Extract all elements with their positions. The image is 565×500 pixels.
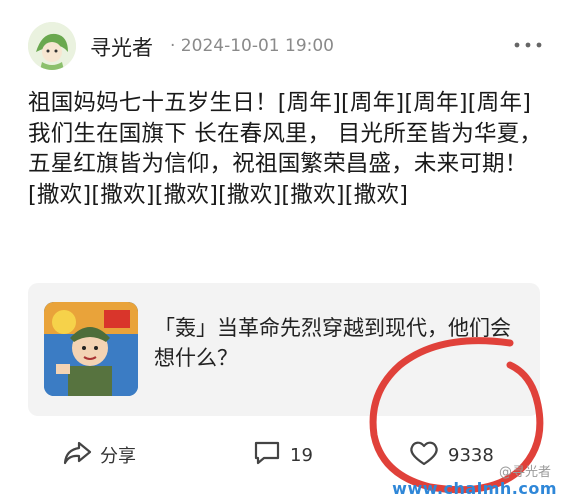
share-icon bbox=[62, 440, 92, 470]
post-header: 寻光者 · 2024-10-01 19:00 bbox=[28, 22, 545, 72]
card-title: 「轰」当革命先烈穿越到现代，他们会想什么？ bbox=[154, 316, 511, 370]
share-button[interactable]: 分享 bbox=[62, 430, 136, 480]
like-count: 9338 bbox=[448, 444, 494, 466]
linked-video-card[interactable]: 「轰」当革命先烈穿越到现代，他们会想什么？ bbox=[28, 283, 540, 416]
watermark-handle: @寻光者 bbox=[498, 465, 551, 480]
action-bar: 分享 19 9338 bbox=[0, 430, 565, 480]
more-icon[interactable] bbox=[511, 36, 545, 54]
post-timestamp: · 2024-10-01 19:00 bbox=[170, 36, 334, 56]
comment-count: 19 bbox=[290, 444, 313, 466]
comment-button[interactable]: 19 bbox=[252, 430, 313, 480]
like-button[interactable]: 9338 bbox=[408, 430, 494, 480]
author-name[interactable]: 寻光者 bbox=[90, 32, 153, 62]
post-body: 祖国妈妈七十五岁生日！[周年][周年][周年][周年]我们生在国旗下 长在春风里… bbox=[28, 90, 543, 208]
heart-icon bbox=[408, 439, 440, 471]
watermark-site: www.chalmh.com bbox=[392, 479, 557, 498]
card-thumbnail bbox=[44, 302, 138, 396]
avatar[interactable] bbox=[28, 22, 76, 70]
comment-icon bbox=[252, 439, 282, 471]
share-label: 分享 bbox=[100, 446, 136, 467]
